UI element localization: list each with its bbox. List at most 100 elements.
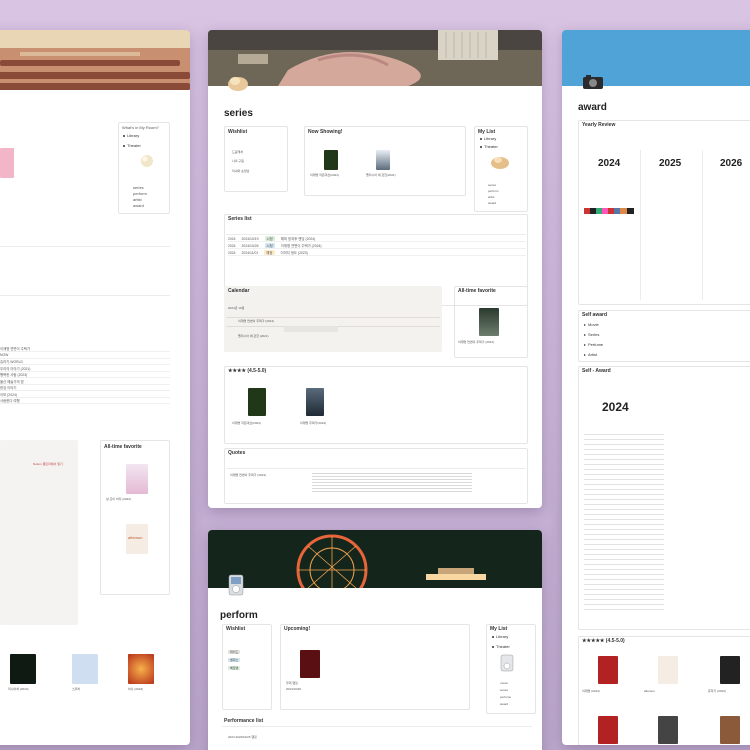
wishlist-item[interactable]: 나의 구원 (232, 160, 244, 163)
nav-library[interactable]: Library (480, 136, 496, 141)
popcorn-icon (491, 157, 509, 169)
rating-poster[interactable] (720, 716, 740, 744)
left-thumb-1[interactable] (10, 654, 36, 684)
table-row[interactable]: 쥬라기 WORLD (0, 359, 170, 365)
table-row[interactable]: 행복한 사람 (2023) (0, 372, 170, 378)
table-row[interactable]: 2024 2024/11/01 예정 이미지 정도 (2023) (228, 250, 526, 256)
popcorn-icon (228, 77, 248, 91)
quick-link[interactable]: perfume (500, 696, 511, 699)
left-thumb-2[interactable] (72, 654, 98, 684)
quote-text (312, 471, 472, 493)
rating-box (224, 366, 528, 444)
calendar-badge[interactable]: Notion 캘린더에서 열기 (33, 463, 63, 466)
table-row[interactable]: 2024 2024/10/26 시청 이재명 연변이 주택가 (2024) (228, 243, 526, 249)
now-showing-poster-2[interactable] (376, 150, 390, 170)
table-row[interactable]: 사랑한다 여행 (0, 398, 170, 404)
my-list-title: My List (490, 626, 508, 632)
quick-link-series[interactable]: series (133, 186, 144, 190)
left-thumb-3[interactable] (128, 654, 154, 684)
table-row[interactable]: NOW (0, 353, 170, 359)
calendar-month: 2024년 10월 (228, 306, 245, 310)
upcoming-poster[interactable] (300, 650, 320, 678)
quick-link-award[interactable]: award (133, 204, 144, 208)
upcoming-title: Upcoming! (284, 626, 311, 632)
wishlist-item[interactable]: 미녀와 순정남 (232, 170, 249, 173)
self-award-movie[interactable]: ▸ Movie (584, 322, 599, 327)
bedroom-cover (208, 30, 542, 86)
table-row[interactable]: 한강 이야기 (0, 385, 170, 391)
left-calendar (0, 440, 78, 625)
wishlist-item[interactable]: 베토벤 (228, 666, 241, 670)
rating-poster[interactable] (658, 656, 678, 684)
year-2024[interactable]: 2024 (598, 158, 620, 169)
quick-link[interactable]: series (488, 184, 496, 187)
self-award-year: 2024 (602, 400, 629, 414)
self-award-perfume[interactable]: ▸ Perfume (584, 342, 603, 347)
wishlist-item[interactable]: 위키드 (228, 650, 241, 654)
self-award-artist[interactable]: ▸ Artist (584, 352, 597, 357)
perform-page: perform Wishlist 위키드 멤피스 베토벤 Upcoming! 무… (208, 530, 542, 750)
favorite-poster[interactable] (479, 308, 499, 336)
nav-theater[interactable]: Theater (123, 143, 141, 148)
calendar-event[interactable]: 이재명 연변이 주택가 (2024) (238, 320, 274, 323)
left-fav-poster-1[interactable] (126, 464, 148, 494)
left-thumb-caption-1: 미니어처 (2024) (8, 687, 29, 691)
left-thumb-caption-3: 하나 (2024) (128, 687, 144, 691)
table-row[interactable]: 2024 2024/10/19 시청 해피 방과후 엔딩 (2024) (228, 236, 526, 242)
row-label: 행복한 사람 (2023) (0, 373, 28, 377)
table-row[interactable]: 이재명 연변이 주택가 (0, 346, 170, 352)
quick-link[interactable]: series (500, 689, 508, 692)
rating-poster-1[interactable] (248, 388, 266, 416)
left-thumb-caption-2: 스위치 (72, 687, 81, 691)
table-row[interactable]: 울산 예술가의 밤 (0, 379, 170, 385)
performance-row[interactable]: 2024 2024/10/26 햄릿 (228, 736, 257, 739)
quick-link[interactable]: artist (488, 196, 495, 199)
my-room-title: What's in My Room? (122, 125, 159, 130)
yearly-posters (584, 208, 634, 214)
row-label: 한강 이야기 (0, 386, 17, 390)
now-showing-caption-1: 이재명 작은대선(2024) (310, 173, 339, 177)
now-showing-caption-2: 펠리시아 에 관한(2021) (366, 173, 396, 177)
ipod-icon (228, 574, 244, 596)
wishlist-title: Wishlist (228, 129, 248, 135)
self-award-series[interactable]: ▸ Series (584, 332, 599, 337)
year-2026[interactable]: 2026 (720, 158, 742, 169)
nav-theater[interactable]: Theater (492, 644, 510, 649)
nav-theater[interactable]: Theater (480, 144, 498, 149)
rating-caption: 쥬라기 (2023) (708, 689, 726, 693)
row-label: 쥬라기 WORLD (0, 360, 23, 364)
calendar-event[interactable]: 펠리시아 에 관한 (2021) (238, 335, 269, 338)
rating-poster-2[interactable] (306, 388, 324, 416)
camera-icon (583, 75, 603, 89)
my-list-title: My List (478, 129, 496, 135)
calendar-bar[interactable] (284, 326, 338, 332)
rating-poster[interactable] (658, 716, 678, 744)
rating-caption-1: 이재명 작은대선(2024) (232, 421, 261, 425)
row-label: NOW (0, 353, 9, 357)
quick-link[interactable]: perform (488, 190, 498, 193)
quick-link[interactable]: award (488, 202, 496, 205)
popcorn-icon (141, 155, 153, 167)
theater-seats-cover (0, 30, 190, 90)
nav-library[interactable]: Library (123, 133, 139, 138)
wishlist-item[interactable]: 멤피스 (228, 658, 241, 662)
quick-link[interactable]: movie (500, 682, 508, 685)
rating-poster[interactable] (598, 716, 618, 744)
quick-link-perform[interactable]: perform (133, 192, 147, 196)
page-title: award (578, 102, 607, 113)
year-2025[interactable]: 2025 (659, 158, 681, 169)
rating-poster[interactable] (720, 656, 740, 684)
nav-library[interactable]: Library (492, 634, 508, 639)
table-row[interactable]: 우리의 이야기 (2021) (0, 366, 170, 372)
rating-poster[interactable] (598, 656, 618, 684)
quote-source: 이재명 연변이 주택가 (2023) (230, 473, 267, 477)
rating-caption: aftersun (644, 689, 655, 693)
table-row[interactable]: 이모 (2024) (0, 392, 170, 398)
left-page: What's in My Room? Library Theater serie… (0, 30, 190, 745)
now-showing-poster-1[interactable] (324, 150, 338, 170)
quick-link[interactable]: award (500, 703, 508, 706)
wishlist-title: Wishlist (226, 626, 246, 632)
page-title: series (224, 108, 253, 119)
quick-link-artist[interactable]: artist (133, 198, 142, 202)
wishlist-item[interactable]: 드림캐처 (232, 151, 243, 154)
